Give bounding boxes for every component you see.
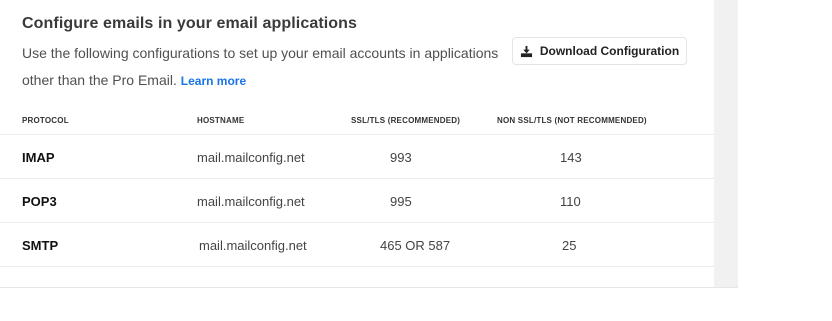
row-hostname: mail.mailconfig.net xyxy=(197,150,305,165)
row-ssl-port: 465 OR 587 xyxy=(380,238,451,253)
header-non-ssl: NON SSL/TLS (NOT RECOMMENDED) xyxy=(497,116,647,125)
email-config-card: Configure emails in your email applicati… xyxy=(0,0,714,287)
row-hostname: mail.mailconfig.net xyxy=(199,238,307,253)
table-row: POP3 mail.mailconfig.net 995 110 xyxy=(0,179,714,223)
header-hostname: HOSTNAME xyxy=(197,116,245,125)
right-panel-divider xyxy=(714,0,738,287)
row-protocol: IMAP xyxy=(22,150,55,165)
table-row: SMTP mail.mailconfig.net 465 OR 587 25 xyxy=(0,223,714,267)
section-description: Use the following configurations to set … xyxy=(22,40,507,95)
row-non-ssl-port: 143 xyxy=(560,150,582,165)
row-ssl-port: 993 xyxy=(390,150,412,165)
download-button-label: Download Configuration xyxy=(539,44,680,58)
header-protocol: PROTOCOL xyxy=(22,116,69,125)
download-configuration-button[interactable]: Download Configuration xyxy=(512,37,687,65)
card-bottom-border xyxy=(0,287,738,288)
table-header: PROTOCOL HOSTNAME SSL/TLS (RECOMMENDED) … xyxy=(0,105,714,135)
row-ssl-port: 995 xyxy=(390,194,412,209)
page-background xyxy=(738,0,832,321)
download-icon xyxy=(520,45,532,57)
row-non-ssl-port: 25 xyxy=(562,238,577,253)
table-row: IMAP mail.mailconfig.net 993 143 xyxy=(0,135,714,179)
learn-more-link[interactable]: Learn more xyxy=(181,74,246,88)
row-hostname: mail.mailconfig.net xyxy=(197,194,305,209)
config-table: PROTOCOL HOSTNAME SSL/TLS (RECOMMENDED) … xyxy=(0,105,714,267)
description-text: Use the following configurations to set … xyxy=(22,45,499,88)
section-title: Configure emails in your email applicati… xyxy=(22,15,358,32)
row-protocol: POP3 xyxy=(22,194,57,209)
row-non-ssl-port: 110 xyxy=(560,194,581,209)
header-ssl: SSL/TLS (RECOMMENDED) xyxy=(351,116,461,125)
row-protocol: SMTP xyxy=(22,238,59,253)
